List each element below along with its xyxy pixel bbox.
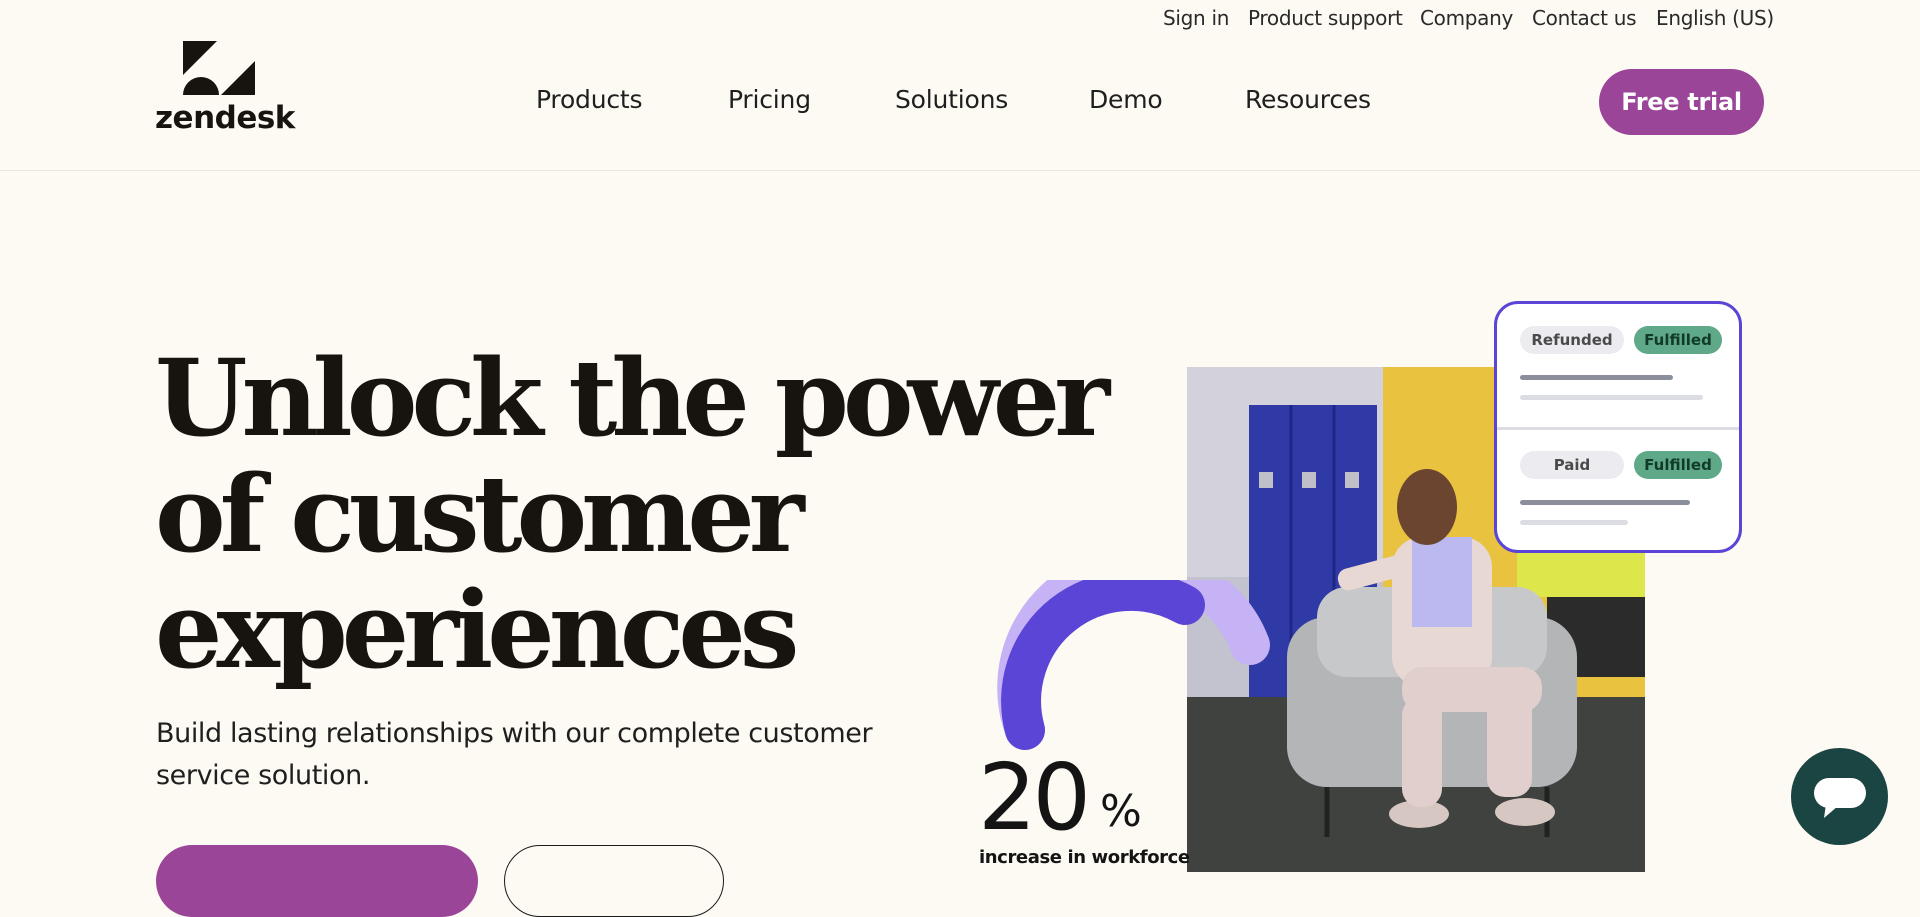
main-header: zendesk Products Pricing Solutions Demo …	[0, 40, 1920, 171]
zendesk-logo[interactable]: zendesk	[155, 40, 295, 136]
card-divider	[1497, 427, 1739, 430]
nav-pricing[interactable]: Pricing	[728, 85, 811, 114]
hero-title-line-2: of customer	[155, 451, 805, 576]
stat-unit: %	[1100, 786, 1142, 837]
company-link[interactable]: Company	[1420, 6, 1513, 30]
hero-title-line-3: experiences	[155, 567, 799, 692]
stat-caption: increase in workforce	[979, 847, 1190, 868]
product-support-link[interactable]: Product support	[1248, 6, 1403, 30]
zendesk-logo-icon	[183, 41, 255, 95]
language-selector[interactable]: English (US)	[1656, 6, 1774, 30]
utility-nav: Sign in Product support Company Contact …	[0, 0, 1920, 40]
placeholder-line	[1520, 520, 1628, 525]
hero-subtitle: Build lasting relationships with our com…	[156, 718, 873, 791]
status-pill-paid: Paid	[1520, 451, 1624, 479]
logo-wordmark: zendesk	[155, 100, 295, 136]
nav-demo[interactable]: Demo	[1089, 85, 1163, 114]
placeholder-line	[1520, 375, 1673, 380]
status-pill-fulfilled: Fulfilled	[1634, 451, 1722, 479]
chat-bubble-icon	[1814, 778, 1866, 818]
hero-title-line-1: Unlock the power	[155, 335, 1110, 460]
hero-title: Unlock the power of customer experiences	[155, 335, 1110, 692]
nav-products[interactable]: Products	[536, 85, 643, 114]
status-pill-refunded: Refunded	[1520, 326, 1624, 354]
chat-button[interactable]	[1791, 748, 1888, 845]
nav-solutions[interactable]: Solutions	[895, 85, 1008, 114]
placeholder-line	[1520, 500, 1690, 505]
placeholder-line	[1520, 395, 1703, 400]
contact-us-link[interactable]: Contact us	[1532, 6, 1637, 30]
order-status-card: Refunded Fulfilled Paid Fulfilled	[1494, 301, 1742, 553]
nav-resources[interactable]: Resources	[1245, 85, 1371, 114]
sign-in-link[interactable]: Sign in	[1163, 6, 1229, 30]
free-trial-button[interactable]: Free trial	[1599, 69, 1764, 135]
secondary-cta-button[interactable]	[504, 845, 724, 917]
status-pill-fulfilled: Fulfilled	[1634, 326, 1722, 354]
primary-cta-button[interactable]	[156, 845, 478, 917]
stat-number: 20	[978, 744, 1091, 851]
